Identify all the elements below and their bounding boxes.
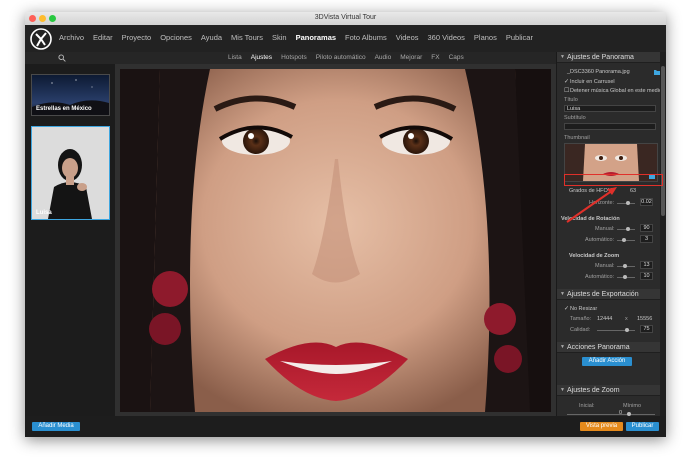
calidad-label: Calidad: (570, 327, 591, 333)
menu-item-opciones[interactable]: Opciones (160, 33, 192, 42)
zoom-slider[interactable] (567, 412, 655, 416)
panorama-preview[interactable] (115, 64, 556, 416)
panorama-filename: _DSC3360 Panorama.jpg (567, 69, 630, 75)
3dvista-logo-icon (30, 28, 52, 50)
subtitulo-input[interactable] (564, 123, 656, 130)
section-exportacion[interactable]: Ajustes de Exportación (557, 289, 660, 300)
publicar-button[interactable]: Publicar (626, 422, 659, 431)
app-window: 3DVista Virtual Tour Archivo Editar Proyec… (25, 12, 666, 437)
menu-item-ayuda[interactable]: Ayuda (201, 33, 222, 42)
tamano-width[interactable]: 12444 (597, 316, 612, 322)
tab-fx[interactable]: FX (431, 54, 439, 61)
menu-item-mis-tours[interactable]: Mis Tours (231, 33, 263, 42)
menu-item-editar[interactable]: Editar (93, 33, 113, 42)
zoom-auto-slider[interactable] (617, 275, 635, 279)
main-menu-bar: Archivo Editar Proyecto Opciones Ayuda Mis To… (25, 25, 666, 52)
zoom-manual-label: Manual: (595, 263, 615, 269)
main-menu: Archivo Editar Proyecto Opciones Ayuda Mis To… (59, 33, 542, 42)
anadir-accion-button[interactable]: Añadir Acción (582, 357, 632, 366)
incluir-carrusel-checkbox[interactable]: ✓ (564, 78, 569, 85)
tab-caps[interactable]: Caps (449, 54, 464, 61)
section-zoom[interactable]: Ajustes de Zoom (557, 385, 660, 396)
rot-manual-label: Manual: (595, 226, 615, 232)
hfov-value[interactable]: 63 (630, 188, 636, 194)
detener-musica-checkbox[interactable]: ☐ (564, 87, 569, 94)
velocidad-zoom-heading: Velocidad de Zoom (569, 253, 620, 259)
tab-ajustes[interactable]: Ajustes (251, 54, 272, 61)
tab-mejorar[interactable]: Mejorar (400, 54, 422, 61)
tamano-height[interactable]: 15556 (637, 316, 652, 322)
titulo-label: Título (564, 97, 578, 103)
menu-item-proyecto[interactable]: Proyecto (122, 33, 152, 42)
tab-lista[interactable]: Lista (228, 54, 242, 61)
title-bar: 3DVista Virtual Tour (25, 12, 666, 25)
section-acciones[interactable]: Acciones Panorama (557, 342, 660, 353)
zoom-manual-slider[interactable] (617, 264, 635, 268)
menu-item-publicar[interactable]: Publicar (506, 33, 533, 42)
section-ajustes-panorama[interactable]: Ajustes de Panorama (557, 52, 660, 63)
menu-item-videos[interactable]: Videos (396, 33, 419, 42)
menu-item-planos[interactable]: Planos (474, 33, 497, 42)
vista-previa-button[interactable]: Vista previa (580, 422, 623, 431)
detener-musica-label: Detener música Global en este medio (570, 88, 663, 94)
calidad-slider[interactable] (597, 328, 635, 332)
horizonte-value[interactable]: 0.02 (640, 198, 653, 206)
zoom-manual-value[interactable]: 13 (640, 261, 653, 269)
tamano-label: Tamaño: (570, 316, 592, 322)
search-icon[interactable] (58, 54, 66, 62)
settings-scrollbar[interactable] (660, 52, 666, 416)
window-title: 3DVista Virtual Tour (314, 14, 377, 21)
panorama-label: Luisa (36, 210, 52, 216)
tab-audio[interactable]: Audio (375, 54, 392, 61)
calidad-value[interactable]: 75 (640, 325, 653, 333)
zoom-auto-label: Automático: (585, 274, 615, 280)
tamano-x: x (625, 316, 628, 322)
menu-item-panoramas[interactable]: Panoramas (296, 33, 336, 42)
tab-hotspots[interactable]: Hotspots (281, 54, 307, 61)
subtitulo-label: Subtítulo (564, 115, 586, 121)
sub-toolbar: Lista Ajustes Hotspots Piloto automático Aud… (25, 52, 556, 64)
portrait-thumbnail (32, 127, 109, 219)
no-resizar-checkbox[interactable]: ✓ (564, 305, 569, 312)
rot-auto-label: Automático: (585, 237, 615, 243)
rot-auto-value[interactable]: 3 (640, 235, 653, 243)
incluir-carrusel-label: Incluir en Carrusel (570, 79, 615, 85)
settings-tabs: Lista Ajustes Hotspots Piloto automático Aud… (228, 54, 473, 61)
panorama-list: Estrellas en México Luisa (25, 64, 115, 416)
red-arrow-annotation (566, 187, 617, 223)
thumbnail-label: Thumbnail (564, 135, 590, 141)
zoom-minimo-label: Mínimo (623, 403, 642, 409)
rot-manual-value[interactable]: 90 (640, 224, 653, 232)
menu-item-foto-albums[interactable]: Foto Albums (345, 33, 387, 42)
rot-auto-slider[interactable] (617, 238, 635, 242)
titulo-input[interactable]: Luisa (564, 105, 656, 112)
panorama-thumb-estrellas[interactable]: Estrellas en México (31, 74, 110, 116)
rot-manual-slider[interactable] (617, 227, 635, 231)
bottom-bar: Añadir Media Vista previa Publicar (25, 416, 666, 437)
panorama-label: Estrellas en México (36, 106, 92, 112)
portrait-photo (120, 69, 551, 412)
tab-piloto-automático[interactable]: Piloto automático (316, 54, 366, 61)
zoom-auto-value[interactable]: 10 (640, 272, 653, 280)
anadir-media-button[interactable]: Añadir Media (32, 422, 80, 431)
no-resizar-label: No Resizar (570, 306, 598, 312)
zoom-inicial-label: Inicial: (579, 403, 595, 409)
panorama-thumb-luisa[interactable]: Luisa (31, 126, 110, 220)
settings-panel: Ajustes de Panorama _DSC3360 Panorama.jp… (556, 52, 666, 416)
menu-item-360-videos[interactable]: 360 Videos (428, 33, 465, 42)
menu-item-archivo[interactable]: Archivo (59, 33, 84, 42)
menu-item-skin[interactable]: Skin (272, 33, 287, 42)
